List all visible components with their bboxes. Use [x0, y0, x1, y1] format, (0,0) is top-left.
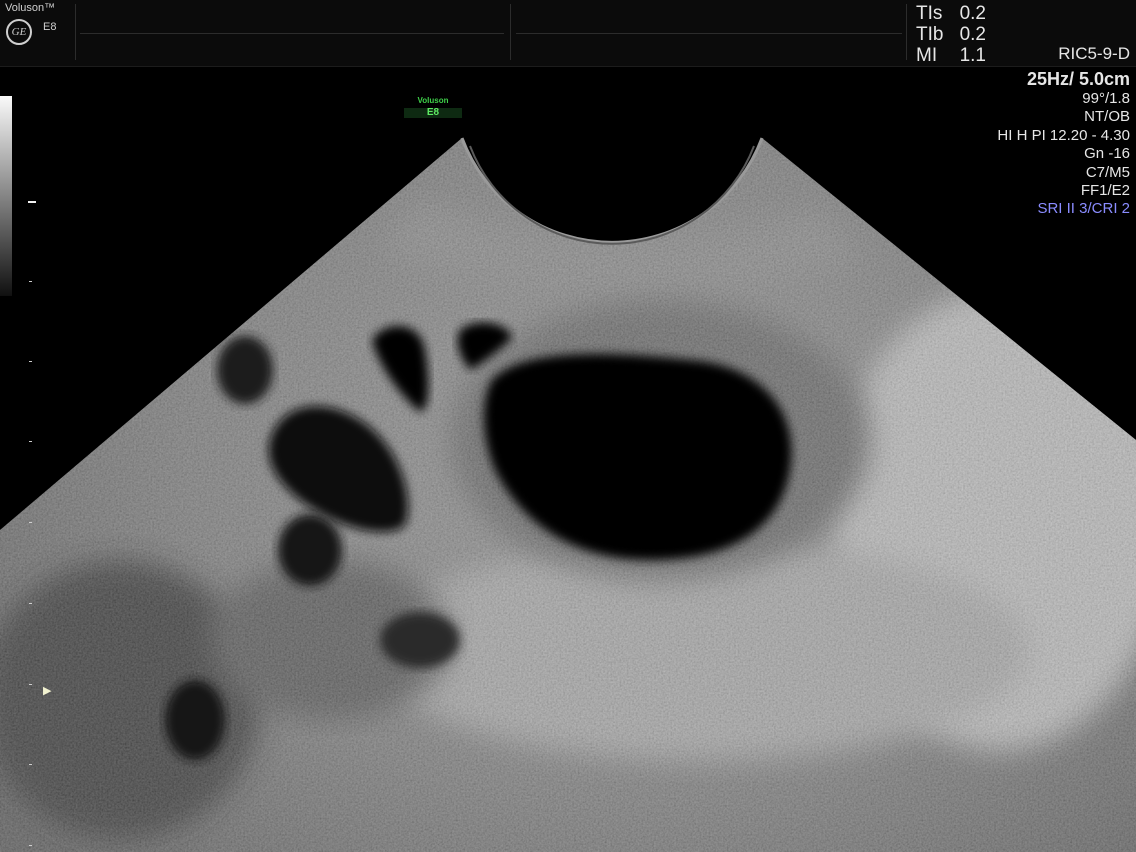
- filter-readout: FF1/E2: [1080, 182, 1130, 200]
- depth-tick: [29, 361, 32, 362]
- depth-tick: [29, 764, 32, 765]
- depth-tick: [29, 845, 32, 846]
- sri-readout: SRI II 3/CRI 2: [1037, 200, 1130, 218]
- depth-tick: [29, 603, 32, 604]
- angle-readout: 99°/1.8: [1082, 90, 1130, 107]
- imaging-parameters: 25Hz/ 5.0cm 99°/1.8 NT/OB HI H PI 12.20 …: [997, 68, 1130, 219]
- depth-tick: [29, 441, 32, 442]
- depth-tick: [29, 684, 32, 685]
- preset-readout: NT/OB: [1084, 108, 1130, 126]
- grayscale-bar: [0, 96, 12, 296]
- voluson-watermark: Voluson E8: [404, 96, 462, 118]
- compound-readout: C7/M5: [1085, 163, 1130, 181]
- gain-readout: Gn -16: [1084, 145, 1130, 163]
- focus-marker-icon: ▶: [43, 685, 52, 697]
- harmonics-readout: HI H PI 12.20 - 4.30: [997, 126, 1130, 144]
- depth-tick-major: [28, 201, 36, 203]
- frequency-depth: 25Hz/ 5.0cm: [1026, 69, 1130, 89]
- depth-tick: [29, 522, 32, 523]
- ultrasound-image: [0, 137, 1136, 852]
- depth-tick: [29, 281, 32, 282]
